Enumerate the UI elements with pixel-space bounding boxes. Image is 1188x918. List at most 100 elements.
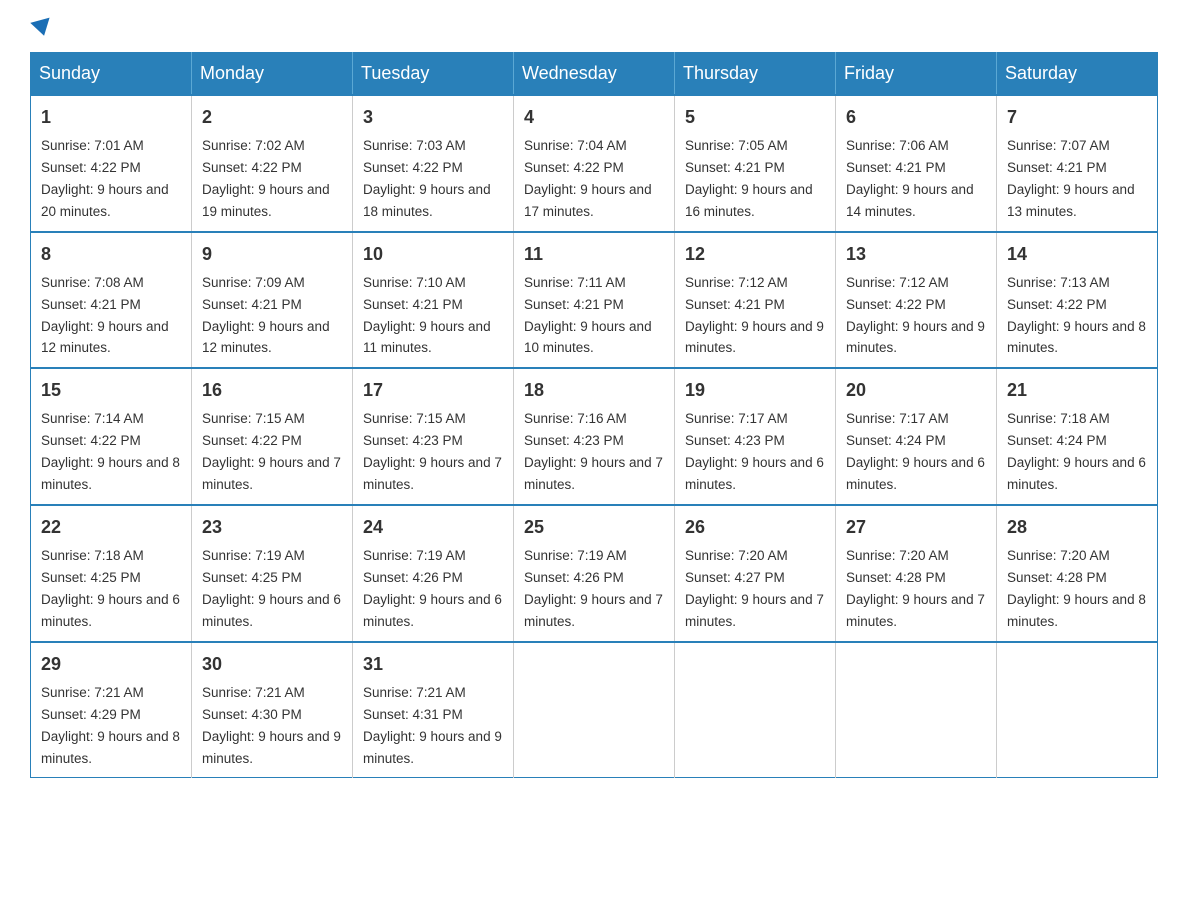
calendar-cell: 16 Sunrise: 7:15 AMSunset: 4:22 PMDaylig… [192, 368, 353, 505]
calendar-cell: 11 Sunrise: 7:11 AMSunset: 4:21 PMDaylig… [514, 232, 675, 369]
calendar-cell: 12 Sunrise: 7:12 AMSunset: 4:21 PMDaylig… [675, 232, 836, 369]
calendar-cell: 18 Sunrise: 7:16 AMSunset: 4:23 PMDaylig… [514, 368, 675, 505]
calendar-cell: 22 Sunrise: 7:18 AMSunset: 4:25 PMDaylig… [31, 505, 192, 642]
day-info: Sunrise: 7:18 AMSunset: 4:25 PMDaylight:… [41, 548, 180, 629]
week-row-3: 15 Sunrise: 7:14 AMSunset: 4:22 PMDaylig… [31, 368, 1158, 505]
day-number: 16 [202, 377, 342, 404]
day-number: 20 [846, 377, 986, 404]
calendar-cell: 6 Sunrise: 7:06 AMSunset: 4:21 PMDayligh… [836, 95, 997, 232]
calendar-cell: 21 Sunrise: 7:18 AMSunset: 4:24 PMDaylig… [997, 368, 1158, 505]
day-number: 15 [41, 377, 181, 404]
week-row-2: 8 Sunrise: 7:08 AMSunset: 4:21 PMDayligh… [31, 232, 1158, 369]
calendar-cell: 5 Sunrise: 7:05 AMSunset: 4:21 PMDayligh… [675, 95, 836, 232]
calendar-cell: 7 Sunrise: 7:07 AMSunset: 4:21 PMDayligh… [997, 95, 1158, 232]
day-info: Sunrise: 7:20 AMSunset: 4:28 PMDaylight:… [1007, 548, 1146, 629]
calendar-cell: 13 Sunrise: 7:12 AMSunset: 4:22 PMDaylig… [836, 232, 997, 369]
day-info: Sunrise: 7:21 AMSunset: 4:30 PMDaylight:… [202, 685, 341, 766]
day-info: Sunrise: 7:17 AMSunset: 4:23 PMDaylight:… [685, 411, 824, 492]
day-info: Sunrise: 7:17 AMSunset: 4:24 PMDaylight:… [846, 411, 985, 492]
day-number: 10 [363, 241, 503, 268]
calendar-cell: 17 Sunrise: 7:15 AMSunset: 4:23 PMDaylig… [353, 368, 514, 505]
calendar-cell: 10 Sunrise: 7:10 AMSunset: 4:21 PMDaylig… [353, 232, 514, 369]
day-number: 21 [1007, 377, 1147, 404]
day-info: Sunrise: 7:15 AMSunset: 4:22 PMDaylight:… [202, 411, 341, 492]
day-info: Sunrise: 7:21 AMSunset: 4:31 PMDaylight:… [363, 685, 502, 766]
day-info: Sunrise: 7:19 AMSunset: 4:25 PMDaylight:… [202, 548, 341, 629]
day-info: Sunrise: 7:08 AMSunset: 4:21 PMDaylight:… [41, 275, 169, 356]
calendar-cell: 30 Sunrise: 7:21 AMSunset: 4:30 PMDaylig… [192, 642, 353, 778]
calendar-cell: 28 Sunrise: 7:20 AMSunset: 4:28 PMDaylig… [997, 505, 1158, 642]
day-number: 4 [524, 104, 664, 131]
day-number: 26 [685, 514, 825, 541]
day-number: 24 [363, 514, 503, 541]
day-info: Sunrise: 7:01 AMSunset: 4:22 PMDaylight:… [41, 138, 169, 219]
day-number: 8 [41, 241, 181, 268]
calendar-cell: 1 Sunrise: 7:01 AMSunset: 4:22 PMDayligh… [31, 95, 192, 232]
day-info: Sunrise: 7:15 AMSunset: 4:23 PMDaylight:… [363, 411, 502, 492]
day-info: Sunrise: 7:16 AMSunset: 4:23 PMDaylight:… [524, 411, 663, 492]
calendar-cell: 20 Sunrise: 7:17 AMSunset: 4:24 PMDaylig… [836, 368, 997, 505]
day-number: 9 [202, 241, 342, 268]
day-info: Sunrise: 7:12 AMSunset: 4:21 PMDaylight:… [685, 275, 824, 356]
day-number: 12 [685, 241, 825, 268]
day-info: Sunrise: 7:18 AMSunset: 4:24 PMDaylight:… [1007, 411, 1146, 492]
calendar-cell: 31 Sunrise: 7:21 AMSunset: 4:31 PMDaylig… [353, 642, 514, 778]
day-info: Sunrise: 7:14 AMSunset: 4:22 PMDaylight:… [41, 411, 180, 492]
day-number: 11 [524, 241, 664, 268]
day-info: Sunrise: 7:13 AMSunset: 4:22 PMDaylight:… [1007, 275, 1146, 356]
calendar-cell: 4 Sunrise: 7:04 AMSunset: 4:22 PMDayligh… [514, 95, 675, 232]
calendar-cell: 24 Sunrise: 7:19 AMSunset: 4:26 PMDaylig… [353, 505, 514, 642]
calendar-header: SundayMondayTuesdayWednesdayThursdayFrid… [31, 53, 1158, 96]
calendar-cell: 8 Sunrise: 7:08 AMSunset: 4:21 PMDayligh… [31, 232, 192, 369]
calendar-cell: 26 Sunrise: 7:20 AMSunset: 4:27 PMDaylig… [675, 505, 836, 642]
days-of-week-row: SundayMondayTuesdayWednesdayThursdayFrid… [31, 53, 1158, 96]
logo-triangle-icon [30, 18, 53, 39]
day-info: Sunrise: 7:19 AMSunset: 4:26 PMDaylight:… [363, 548, 502, 629]
day-info: Sunrise: 7:21 AMSunset: 4:29 PMDaylight:… [41, 685, 180, 766]
week-row-1: 1 Sunrise: 7:01 AMSunset: 4:22 PMDayligh… [31, 95, 1158, 232]
day-info: Sunrise: 7:10 AMSunset: 4:21 PMDaylight:… [363, 275, 491, 356]
day-number: 23 [202, 514, 342, 541]
day-number: 3 [363, 104, 503, 131]
day-of-week-saturday: Saturday [997, 53, 1158, 96]
day-number: 27 [846, 514, 986, 541]
week-row-4: 22 Sunrise: 7:18 AMSunset: 4:25 PMDaylig… [31, 505, 1158, 642]
day-number: 5 [685, 104, 825, 131]
day-info: Sunrise: 7:06 AMSunset: 4:21 PMDaylight:… [846, 138, 974, 219]
day-info: Sunrise: 7:20 AMSunset: 4:27 PMDaylight:… [685, 548, 824, 629]
calendar-cell: 15 Sunrise: 7:14 AMSunset: 4:22 PMDaylig… [31, 368, 192, 505]
calendar-cell: 23 Sunrise: 7:19 AMSunset: 4:25 PMDaylig… [192, 505, 353, 642]
page-header [30, 20, 1158, 36]
day-info: Sunrise: 7:03 AMSunset: 4:22 PMDaylight:… [363, 138, 491, 219]
calendar-cell [997, 642, 1158, 778]
day-info: Sunrise: 7:11 AMSunset: 4:21 PMDaylight:… [524, 275, 652, 356]
day-number: 18 [524, 377, 664, 404]
calendar-table: SundayMondayTuesdayWednesdayThursdayFrid… [30, 52, 1158, 778]
day-info: Sunrise: 7:09 AMSunset: 4:21 PMDaylight:… [202, 275, 330, 356]
day-number: 1 [41, 104, 181, 131]
day-info: Sunrise: 7:12 AMSunset: 4:22 PMDaylight:… [846, 275, 985, 356]
day-info: Sunrise: 7:07 AMSunset: 4:21 PMDaylight:… [1007, 138, 1135, 219]
day-of-week-thursday: Thursday [675, 53, 836, 96]
week-row-5: 29 Sunrise: 7:21 AMSunset: 4:29 PMDaylig… [31, 642, 1158, 778]
day-number: 14 [1007, 241, 1147, 268]
calendar-cell: 27 Sunrise: 7:20 AMSunset: 4:28 PMDaylig… [836, 505, 997, 642]
day-info: Sunrise: 7:19 AMSunset: 4:26 PMDaylight:… [524, 548, 663, 629]
day-info: Sunrise: 7:05 AMSunset: 4:21 PMDaylight:… [685, 138, 813, 219]
day-number: 31 [363, 651, 503, 678]
day-info: Sunrise: 7:04 AMSunset: 4:22 PMDaylight:… [524, 138, 652, 219]
day-number: 6 [846, 104, 986, 131]
day-of-week-tuesday: Tuesday [353, 53, 514, 96]
day-number: 17 [363, 377, 503, 404]
calendar-cell [514, 642, 675, 778]
calendar-cell: 25 Sunrise: 7:19 AMSunset: 4:26 PMDaylig… [514, 505, 675, 642]
calendar-cell: 3 Sunrise: 7:03 AMSunset: 4:22 PMDayligh… [353, 95, 514, 232]
day-number: 2 [202, 104, 342, 131]
day-info: Sunrise: 7:20 AMSunset: 4:28 PMDaylight:… [846, 548, 985, 629]
calendar-cell: 14 Sunrise: 7:13 AMSunset: 4:22 PMDaylig… [997, 232, 1158, 369]
day-number: 7 [1007, 104, 1147, 131]
day-number: 19 [685, 377, 825, 404]
logo [30, 20, 54, 36]
calendar-cell: 9 Sunrise: 7:09 AMSunset: 4:21 PMDayligh… [192, 232, 353, 369]
day-number: 28 [1007, 514, 1147, 541]
